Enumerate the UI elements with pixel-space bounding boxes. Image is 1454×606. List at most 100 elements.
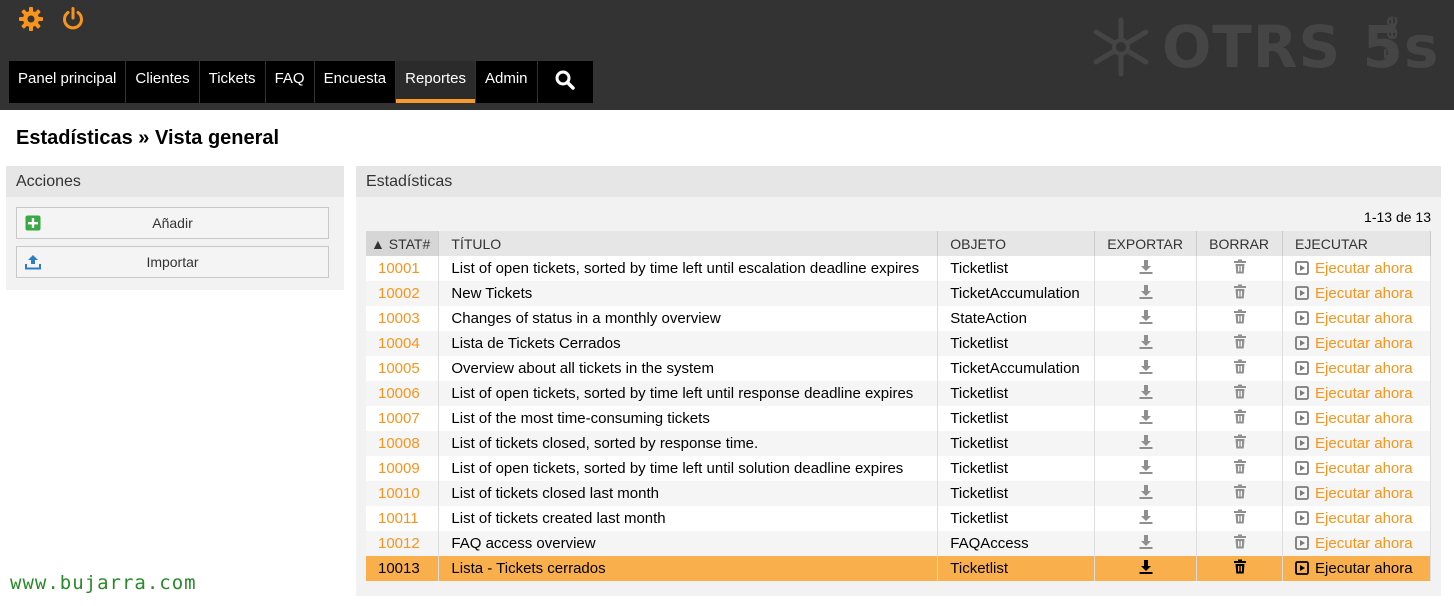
delete-button[interactable] <box>1196 306 1284 331</box>
run-now-link[interactable]: Ejecutar ahora <box>1282 556 1431 581</box>
table-row[interactable]: 10007 List of the most time-consuming tic… <box>366 406 1431 431</box>
delete-button[interactable] <box>1196 556 1284 581</box>
table-row[interactable]: 10005 Overview about all tickets in the s… <box>366 356 1431 381</box>
run-now-label: Ejecutar ahora <box>1315 260 1413 277</box>
stat-title[interactable]: List of open tickets, sorted by time lef… <box>438 256 939 281</box>
run-now-link[interactable]: Ejecutar ahora <box>1282 456 1431 481</box>
export-button[interactable] <box>1094 456 1198 481</box>
export-button[interactable] <box>1094 281 1198 306</box>
column-object[interactable]: OBJETO <box>937 231 1096 256</box>
column-title[interactable]: TÍTULO <box>438 231 939 256</box>
table-row[interactable]: 10001 List of open tickets, sorted by tim… <box>366 256 1431 281</box>
delete-button[interactable] <box>1196 431 1284 456</box>
gear-icon[interactable] <box>18 6 44 32</box>
stat-number[interactable]: 10007 <box>366 406 440 431</box>
run-now-link[interactable]: Ejecutar ahora <box>1282 381 1431 406</box>
stat-object: FAQAccess <box>937 531 1096 556</box>
import-button[interactable]: Importar <box>16 246 329 278</box>
export-button[interactable] <box>1094 481 1198 506</box>
stat-title[interactable]: List of tickets closed last month <box>438 481 939 506</box>
run-now-link[interactable]: Ejecutar ahora <box>1282 431 1431 456</box>
export-button[interactable] <box>1094 256 1198 281</box>
export-button[interactable] <box>1094 531 1198 556</box>
table-row[interactable]: 10002 New Tickets TicketAccumulation Ejecut… <box>366 281 1431 306</box>
nav-admin[interactable]: Admin <box>476 61 538 103</box>
stat-number[interactable]: 10003 <box>366 306 440 331</box>
run-now-link[interactable]: Ejecutar ahora <box>1282 531 1431 556</box>
delete-button[interactable] <box>1196 331 1284 356</box>
delete-button[interactable] <box>1196 381 1284 406</box>
stat-title[interactable]: Lista - Tickets cerrados <box>438 556 939 581</box>
stat-title[interactable]: List of open tickets, sorted by time lef… <box>438 456 939 481</box>
nav-encuesta[interactable]: Encuesta <box>315 61 397 103</box>
stat-title[interactable]: List of the most time-consuming tickets <box>438 406 939 431</box>
stat-number[interactable]: 10011 <box>366 506 440 531</box>
trash-icon <box>1233 284 1247 303</box>
table-row[interactable]: 10011 List of tickets created last month T… <box>366 506 1431 531</box>
pagination-info: 1-13 de 13 <box>1364 209 1431 225</box>
run-now-link[interactable]: Ejecutar ahora <box>1282 256 1431 281</box>
delete-button[interactable] <box>1196 281 1284 306</box>
export-button[interactable] <box>1094 356 1198 381</box>
run-now-link[interactable]: Ejecutar ahora <box>1282 306 1431 331</box>
run-now-link[interactable]: Ejecutar ahora <box>1282 406 1431 431</box>
stat-number[interactable]: 10001 <box>366 256 440 281</box>
run-now-link[interactable]: Ejecutar ahora <box>1282 506 1431 531</box>
stat-number[interactable]: 10005 <box>366 356 440 381</box>
stat-title[interactable]: New Tickets <box>438 281 939 306</box>
run-now-link[interactable]: Ejecutar ahora <box>1282 281 1431 306</box>
stat-number[interactable]: 10010 <box>366 481 440 506</box>
export-button[interactable] <box>1094 406 1198 431</box>
stat-number[interactable]: 10012 <box>366 531 440 556</box>
delete-button[interactable] <box>1196 256 1284 281</box>
stat-title[interactable]: List of tickets closed, sorted by respon… <box>438 431 939 456</box>
power-icon[interactable] <box>60 6 86 32</box>
stat-object: Ticketlist <box>937 556 1096 581</box>
run-now-link[interactable]: Ejecutar ahora <box>1282 356 1431 381</box>
stat-title[interactable]: List of tickets created last month <box>438 506 939 531</box>
export-button[interactable] <box>1094 506 1198 531</box>
table-row[interactable]: 10012 FAQ access overview FAQAccess Ejecuta… <box>366 531 1431 556</box>
run-now-label: Ejecutar ahora <box>1315 435 1413 452</box>
table-row[interactable]: 10004 Lista de Tickets Cerrados Ticketlist… <box>366 331 1431 356</box>
delete-button[interactable] <box>1196 456 1284 481</box>
stat-title[interactable]: List of open tickets, sorted by time lef… <box>438 381 939 406</box>
delete-button[interactable] <box>1196 406 1284 431</box>
table-row[interactable]: 10013 Lista - Tickets cerrados Ticketlist E… <box>366 556 1431 581</box>
export-button[interactable] <box>1094 431 1198 456</box>
table-row[interactable]: 10008 List of tickets closed, sorted by r… <box>366 431 1431 456</box>
search-icon[interactable] <box>538 61 593 103</box>
table-row[interactable]: 10006 List of open tickets, sorted by tim… <box>366 381 1431 406</box>
run-now-link[interactable]: Ejecutar ahora <box>1282 481 1431 506</box>
stat-number[interactable]: 10004 <box>366 331 440 356</box>
stat-number[interactable]: 10006 <box>366 381 440 406</box>
stat-title[interactable]: FAQ access overview <box>438 531 939 556</box>
nav-clientes[interactable]: Clientes <box>126 61 200 103</box>
add-button[interactable]: Añadir <box>16 207 329 239</box>
nav-tickets[interactable]: Tickets <box>200 61 266 103</box>
column-stat-number[interactable]: ▲ STAT# <box>366 231 440 256</box>
delete-button[interactable] <box>1196 531 1284 556</box>
stat-title[interactable]: Lista de Tickets Cerrados <box>438 331 939 356</box>
export-button[interactable] <box>1094 306 1198 331</box>
table-row[interactable]: 10009 List of open tickets, sorted by tim… <box>366 456 1431 481</box>
delete-button[interactable] <box>1196 356 1284 381</box>
nav-faq[interactable]: FAQ <box>266 61 315 103</box>
stat-title[interactable]: Changes of status in a monthly overview <box>438 306 939 331</box>
nav-panel-principal[interactable]: Panel principal <box>9 61 127 103</box>
delete-button[interactable] <box>1196 481 1284 506</box>
export-button[interactable] <box>1094 556 1198 581</box>
stat-title[interactable]: Overview about all tickets in the system <box>438 356 939 381</box>
run-now-link[interactable]: Ejecutar ahora <box>1282 331 1431 356</box>
stat-number[interactable]: 10013 <box>366 556 440 581</box>
stat-number[interactable]: 10002 <box>366 281 440 306</box>
stat-number[interactable]: 10009 <box>366 456 440 481</box>
delete-button[interactable] <box>1196 506 1284 531</box>
table-row[interactable]: 10010 List of tickets closed last month Ti… <box>366 481 1431 506</box>
export-button[interactable] <box>1094 381 1198 406</box>
stat-object: Ticketlist <box>937 431 1096 456</box>
nav-reportes[interactable]: Reportes <box>396 61 476 103</box>
stat-number[interactable]: 10008 <box>366 431 440 456</box>
table-row[interactable]: 10003 Changes of status in a monthly over… <box>366 306 1431 331</box>
export-button[interactable] <box>1094 331 1198 356</box>
